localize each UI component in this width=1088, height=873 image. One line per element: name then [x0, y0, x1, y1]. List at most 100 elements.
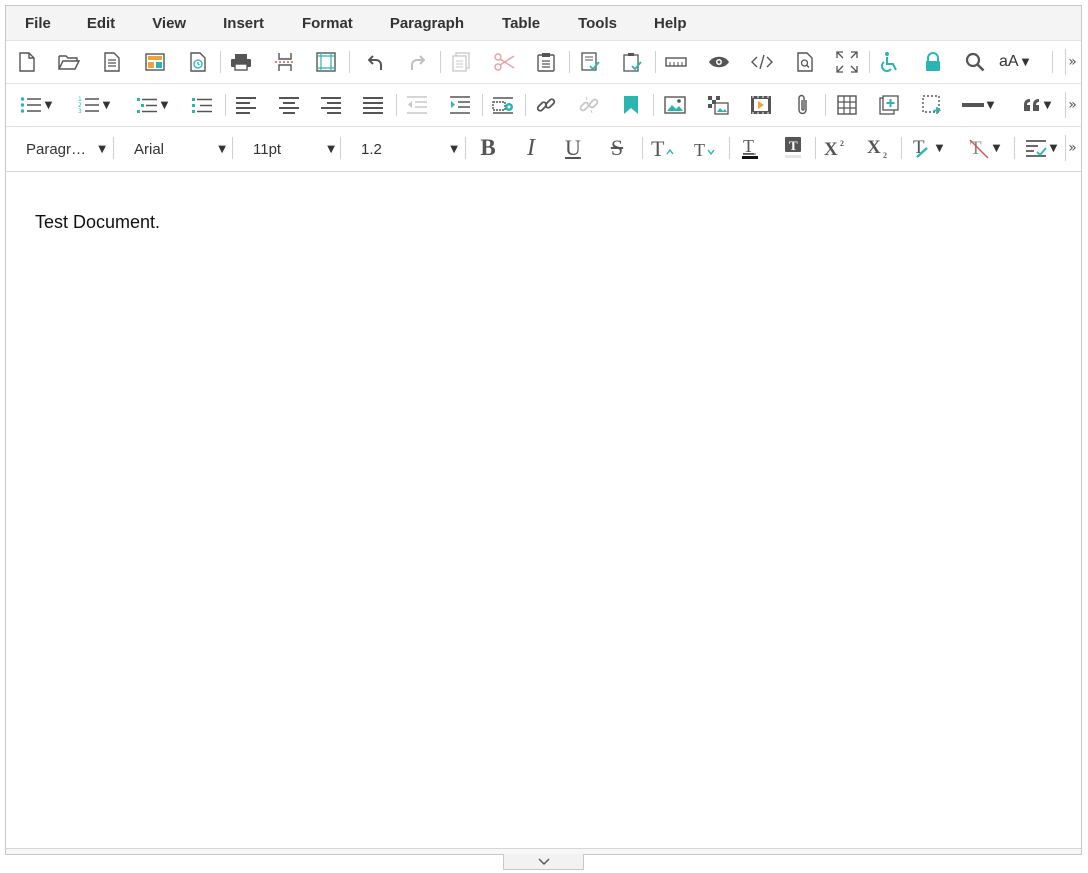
increase-font-button[interactable]: T — [648, 135, 678, 161]
document-paragraph[interactable]: Test Document. — [35, 212, 160, 233]
insert-link-button[interactable] — [531, 92, 561, 118]
cut-button[interactable] — [489, 49, 519, 75]
accept-changes-button[interactable] — [618, 49, 648, 75]
menu-file[interactable]: File — [25, 15, 87, 32]
menu-format[interactable]: Format — [302, 15, 390, 32]
superscript-button[interactable]: X2 — [821, 135, 851, 161]
lock-button[interactable] — [918, 49, 948, 75]
list-style-icon — [192, 98, 212, 113]
font-family-select[interactable]: Arial ▼ — [134, 135, 226, 163]
align-center-icon — [279, 97, 299, 114]
clear-formatting-button[interactable]: T ▼ — [907, 135, 947, 161]
bookmark-button[interactable] — [616, 92, 646, 118]
copy-button[interactable] — [446, 49, 476, 75]
paste-button[interactable] — [531, 49, 561, 75]
expand-editor-toggle[interactable] — [503, 854, 584, 870]
subscript-button[interactable]: X2 — [864, 135, 894, 161]
redo-button[interactable] — [402, 49, 432, 75]
underline-button[interactable]: U — [558, 135, 588, 161]
horizontal-line-button[interactable]: ▼ — [958, 92, 998, 118]
source-code-button[interactable] — [747, 49, 777, 75]
highlight-color-button[interactable]: T — [778, 135, 808, 161]
form-field-button[interactable] — [488, 92, 518, 118]
font-size-select[interactable]: 11pt ▼ — [253, 135, 335, 163]
align-right-button[interactable] — [316, 92, 346, 118]
preview-button[interactable] — [704, 49, 734, 75]
document-body[interactable]: Test Document. — [6, 171, 1081, 849]
align-left-button[interactable] — [231, 92, 261, 118]
paste-icon — [537, 53, 555, 72]
track-changes-button[interactable] — [576, 49, 606, 75]
font-size-value: 11pt — [253, 140, 282, 158]
menu-help[interactable]: Help — [654, 15, 707, 32]
bulleted-list-button[interactable]: ▼ — [16, 92, 56, 118]
remove-format-button[interactable]: T ▼ — [964, 135, 1004, 161]
attachment-button[interactable] — [788, 92, 818, 118]
menu-view[interactable]: View — [152, 15, 223, 32]
toolbar-main: aA ▼ » — [6, 41, 1081, 84]
change-case-label: aA — [999, 53, 1019, 70]
change-case-button[interactable]: aA ▼ — [999, 49, 1045, 75]
revision-history-button[interactable] — [183, 49, 213, 75]
superscript-icon: X2 — [824, 139, 844, 159]
toolbar-main-more-button[interactable]: » — [1065, 49, 1079, 75]
chevron-down-icon — [538, 858, 549, 865]
bold-button[interactable]: B — [473, 135, 503, 161]
line-height-select[interactable]: 1.2 ▼ — [361, 135, 458, 163]
accessibility-checker-button[interactable] — [875, 49, 905, 75]
print-icon — [231, 54, 251, 71]
indent-button[interactable] — [445, 92, 475, 118]
bold-icon: B — [480, 135, 496, 160]
align-center-button[interactable] — [274, 92, 304, 118]
insert-box-button[interactable] — [874, 92, 904, 118]
open-button[interactable] — [54, 49, 84, 75]
svg-text:T: T — [743, 136, 754, 156]
numbered-list-button[interactable]: 123 ▼ — [74, 92, 114, 118]
line-height-value: 1.2 — [361, 140, 382, 158]
toolbar-format-more-button[interactable]: » — [1065, 135, 1079, 161]
menu-tools[interactable]: Tools — [578, 15, 654, 32]
new-document-button[interactable] — [12, 49, 42, 75]
insert-image-button[interactable] — [660, 92, 690, 118]
align-left-icon — [236, 97, 256, 114]
page-layout-button[interactable] — [311, 49, 341, 75]
insert-video-button[interactable] — [746, 92, 776, 118]
document-icon — [104, 52, 120, 72]
blockquote-button[interactable]: ▼ — [1017, 92, 1057, 118]
document-properties-button[interactable] — [97, 49, 127, 75]
styles-button[interactable]: ▼ — [1020, 135, 1062, 161]
block-format-select[interactable]: Paragr… ▼ — [26, 135, 106, 163]
menu-table[interactable]: Table — [502, 15, 578, 32]
find-in-document-button[interactable] — [790, 49, 820, 75]
strikethrough-button[interactable]: S — [602, 135, 632, 161]
templates-button[interactable] — [140, 49, 170, 75]
unlink-button[interactable] — [574, 92, 604, 118]
align-justify-button[interactable] — [358, 92, 388, 118]
page-break-button[interactable] — [270, 49, 300, 75]
search-button[interactable] — [960, 49, 990, 75]
placeholder-button[interactable] — [917, 92, 947, 118]
menu-insert[interactable]: Insert — [223, 15, 302, 32]
toolbar-paragraph-more-button[interactable]: » — [1065, 92, 1079, 118]
strikethrough-icon: S — [610, 135, 624, 160]
undo-button[interactable] — [361, 49, 391, 75]
svg-text:2: 2 — [840, 139, 844, 148]
copy-icon — [452, 52, 470, 72]
insert-object-button[interactable] — [703, 92, 733, 118]
multilevel-list-button[interactable]: ▼ — [132, 92, 172, 118]
fullscreen-button[interactable] — [832, 49, 862, 75]
list-style-button[interactable] — [187, 92, 217, 118]
svg-text:X: X — [867, 137, 881, 158]
print-button[interactable] — [226, 49, 256, 75]
menu-edit[interactable]: Edit — [87, 15, 152, 32]
insert-table-button[interactable] — [832, 92, 862, 118]
ruler-button[interactable] — [661, 49, 691, 75]
outdent-button[interactable] — [402, 92, 432, 118]
lock-icon — [926, 52, 940, 71]
menu-paragraph[interactable]: Paragraph — [390, 15, 502, 32]
text-color-button[interactable]: T — [735, 135, 765, 161]
decrease-font-button[interactable]: T — [691, 135, 721, 161]
block-format-value: Paragr… — [26, 140, 87, 158]
italic-button[interactable]: I — [516, 135, 546, 161]
search-icon — [965, 52, 985, 72]
